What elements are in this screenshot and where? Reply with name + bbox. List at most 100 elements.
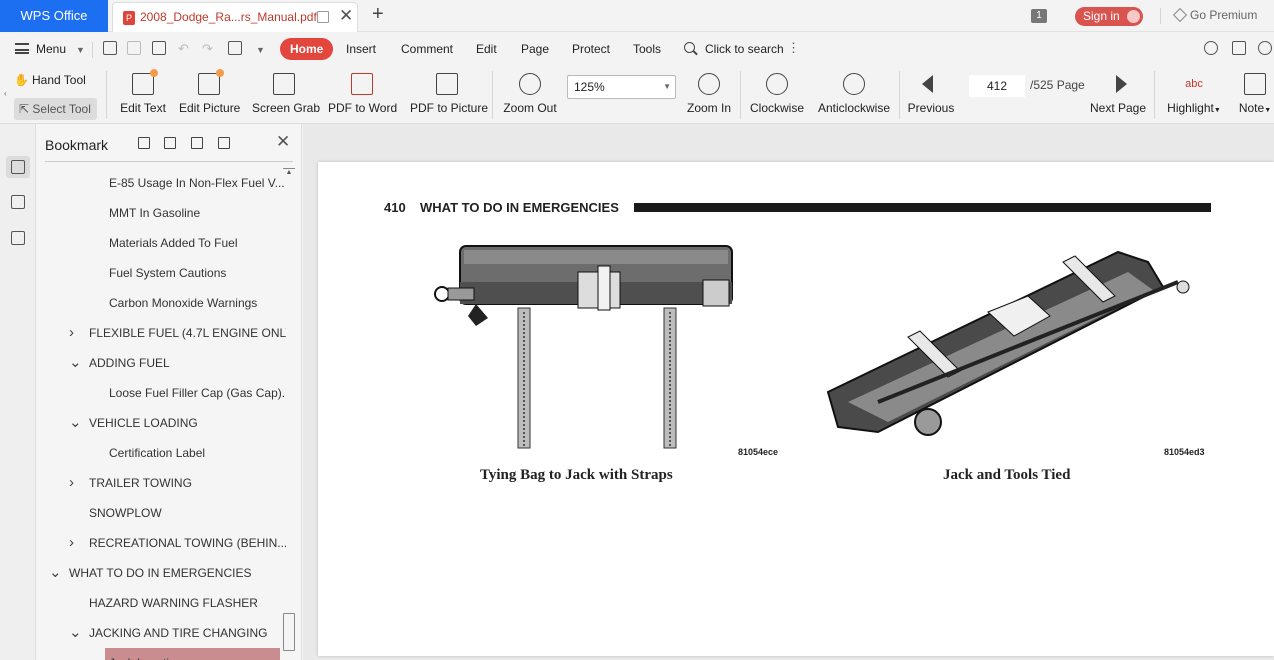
scrollbar-thumb[interactable]: [283, 613, 295, 651]
annotation-panel-button[interactable]: [6, 227, 30, 249]
bookmark-item[interactable]: E-85 Usage In Non-Flex Fuel V...: [36, 168, 286, 198]
print-icon[interactable]: [152, 41, 166, 55]
bookmark-item[interactable]: Fuel System Cautions: [36, 258, 286, 288]
zoom-out-button[interactable]: Zoom Out: [502, 73, 558, 115]
collapse-left-icon[interactable]: ‹: [4, 89, 7, 98]
chevron-down-icon[interactable]: ▼: [1264, 107, 1271, 114]
ribbon-toolbar: ‹ ✋ Hand Tool ⇱ Select Tool Edit Text Edi…: [0, 67, 1274, 124]
pdf-page[interactable]: 410 WHAT TO DO IN EMERGENCIES 81054ece T…: [318, 162, 1274, 656]
open-folder-icon[interactable]: [103, 41, 117, 55]
title-bar: WPS Office P 2008_Dodge_Ra...rs_Manual.p…: [0, 0, 1274, 32]
tab-comment[interactable]: Comment: [401, 42, 453, 56]
bookmark-item[interactable]: Carbon Monoxide Warnings: [36, 288, 286, 318]
arrow-left-icon: [920, 73, 942, 95]
pdf-to-word-label: PDF to Word: [328, 101, 398, 115]
collapse-all-icon[interactable]: [164, 137, 176, 149]
bookmark-panel-button[interactable]: [6, 156, 30, 178]
pdf-to-picture-button[interactable]: PDF to Picture: [410, 73, 488, 115]
close-tab-icon[interactable]: ✕: [339, 6, 353, 26]
bookmark-item[interactable]: SNOWPLOW: [36, 498, 286, 528]
hand-tool-button[interactable]: ✋ Hand Tool: [14, 73, 86, 87]
chevron-down-icon[interactable]: ⌄: [69, 618, 82, 648]
search-icon[interactable]: [684, 42, 695, 53]
app-tab-wps[interactable]: WPS Office: [0, 0, 108, 32]
quick-access-more-icon[interactable]: ▼: [256, 45, 265, 55]
annotation-icon: [11, 231, 25, 245]
bookmark-item[interactable]: ⌄ VEHICLE LOADING: [36, 408, 286, 438]
bookmark-item[interactable]: › FLEXIBLE FUEL (4.7L ENGINE ONLY..: [36, 318, 286, 348]
window-count-badge[interactable]: 1: [1031, 9, 1047, 23]
chevron-down-icon[interactable]: ▼: [1214, 107, 1221, 114]
pdf-file-icon: P: [123, 11, 135, 25]
search-box[interactable]: Click to search: [705, 42, 784, 56]
chevron-down-icon[interactable]: ▼: [76, 45, 85, 55]
thumbnail-panel-button[interactable]: [6, 191, 30, 213]
more-options-icon[interactable]: ⋮: [787, 40, 800, 56]
edit-text-button[interactable]: Edit Text: [120, 69, 166, 115]
hamburger-icon[interactable]: [15, 43, 29, 54]
settings-gear-icon[interactable]: [1258, 41, 1272, 55]
tab-edit[interactable]: Edit: [476, 42, 497, 56]
edit-picture-label: Edit Picture: [179, 101, 241, 115]
divider: [92, 42, 93, 58]
share-icon[interactable]: [1232, 41, 1246, 55]
chevron-right-icon[interactable]: ›: [69, 528, 74, 558]
tab-home[interactable]: Home: [280, 38, 334, 60]
bookmark-item[interactable]: › TRAILER TOWING: [36, 468, 286, 498]
bookmark-item[interactable]: Materials Added To Fuel: [36, 228, 286, 258]
screen-grab-icon: [273, 73, 295, 95]
float-window-icon[interactable]: [317, 11, 329, 23]
menu-button[interactable]: Menu: [36, 42, 66, 56]
tab-protect[interactable]: Protect: [572, 42, 610, 56]
chevron-down-icon[interactable]: ⌄: [69, 408, 82, 438]
save-icon[interactable]: [127, 41, 141, 55]
bookmark-item[interactable]: ⌄ ADDING FUEL: [36, 348, 286, 378]
rotate-clockwise-icon: [766, 73, 788, 95]
close-panel-icon[interactable]: ✕: [276, 132, 290, 152]
previous-page-button[interactable]: Previous: [906, 73, 956, 115]
chevron-right-icon[interactable]: ›: [69, 468, 74, 498]
tab-page[interactable]: Page: [521, 42, 549, 56]
tab-insert[interactable]: Insert: [346, 42, 376, 56]
share-user-icon[interactable]: [1204, 41, 1218, 55]
page-number-input[interactable]: 412: [969, 75, 1025, 97]
note-button[interactable]: Note▼: [1236, 73, 1274, 115]
screen-grab-button[interactable]: Screen Grab: [252, 73, 320, 115]
bookmark-item[interactable]: Jack Location: [105, 648, 280, 660]
next-page-button[interactable]: Next Page: [1090, 73, 1146, 115]
document-tab[interactable]: P 2008_Dodge_Ra...rs_Manual.pdf ✕: [112, 2, 358, 32]
add-bookmark-icon[interactable]: [191, 137, 203, 149]
bookmark-item[interactable]: Certification Label: [36, 438, 286, 468]
edit-picture-button[interactable]: Edit Picture: [179, 69, 241, 115]
chevron-down-icon[interactable]: ⌄: [69, 348, 82, 378]
delete-bookmark-icon[interactable]: [218, 137, 230, 149]
rotate-clockwise-button[interactable]: Clockwise: [749, 73, 805, 115]
bookmark-item[interactable]: Loose Fuel Filler Cap (Gas Cap)..: [36, 378, 286, 408]
go-premium-button[interactable]: Go Premium: [1172, 7, 1257, 23]
bookmark-item[interactable]: ⌄ JACKING AND TIRE CHANGING: [36, 618, 286, 648]
pdf-to-word-icon: [351, 73, 373, 95]
chevron-right-icon[interactable]: ›: [69, 318, 74, 348]
zoom-level-select[interactable]: 125% ▼: [567, 75, 676, 99]
bookmark-item[interactable]: ⌄ WHAT TO DO IN EMERGENCIES: [36, 558, 286, 588]
chevron-down-icon[interactable]: ⌄: [49, 558, 62, 588]
zoom-in-button[interactable]: Zoom In: [684, 73, 734, 115]
scroll-up-arrow[interactable]: ▲: [283, 168, 295, 184]
rotate-anticlockwise-button[interactable]: Anticlockwise: [816, 73, 892, 115]
expand-all-icon[interactable]: [138, 137, 150, 149]
redo-icon[interactable]: ↷: [202, 41, 213, 57]
export-icon[interactable]: [228, 41, 242, 55]
bookmark-label: Loose Fuel Filler Cap (Gas Cap)..: [109, 386, 286, 400]
bookmark-item[interactable]: HAZARD WARNING FLASHER: [36, 588, 286, 618]
undo-icon[interactable]: ↶: [178, 41, 189, 57]
bookmark-item[interactable]: MMT In Gasoline: [36, 198, 286, 228]
highlight-button[interactable]: abc Highlight▼: [1163, 73, 1225, 115]
sign-in-button[interactable]: Sign in: [1075, 7, 1143, 26]
bookmark-item[interactable]: › RECREATIONAL TOWING (BEHIN...: [36, 528, 286, 558]
select-tool-button[interactable]: ⇱ Select Tool: [14, 98, 97, 120]
new-tab-button[interactable]: +: [372, 3, 384, 26]
tab-tools[interactable]: Tools: [633, 42, 661, 56]
zoom-out-icon: [519, 73, 541, 95]
pdf-to-word-button[interactable]: PDF to Word: [328, 73, 398, 115]
bookmark-label: HAZARD WARNING FLASHER: [89, 596, 258, 610]
